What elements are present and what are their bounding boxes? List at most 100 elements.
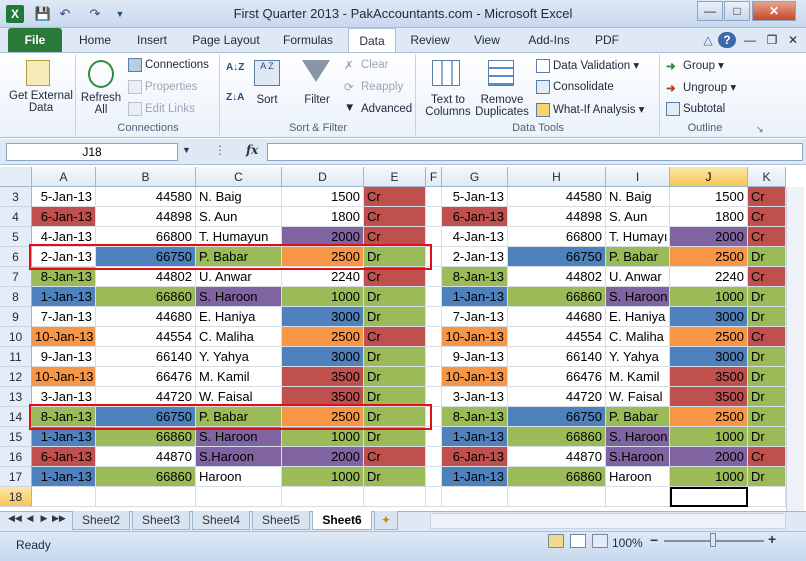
tab-add-ins[interactable]: Add-Ins [518,28,580,52]
minimize-button[interactable]: — [697,1,723,21]
cell-d10[interactable]: 2500 [282,327,364,347]
cell-j7[interactable]: 2240 [670,267,748,287]
cell-i11[interactable]: Y. Yahya [606,347,670,367]
cell-f17[interactable] [426,467,442,487]
cell-g7[interactable]: 8-Jan-13 [442,267,508,287]
cell-i14[interactable]: P. Babar [606,407,670,427]
workbook-minimize-icon[interactable]: — [740,28,760,52]
sheet-tab-sheet6[interactable]: Sheet6 [312,511,372,530]
tab-insert[interactable]: Insert [128,28,176,52]
sheet-tab-sheet2[interactable]: Sheet2 [72,511,130,530]
cell-b9[interactable]: 44680 [96,307,196,327]
cell-i15[interactable]: S. Haroon [606,427,670,447]
cell-k18[interactable] [748,487,786,507]
tab-file[interactable]: File [8,28,62,52]
row-header[interactable]: 17 [0,467,32,487]
column-header-b[interactable]: B [96,167,196,187]
ungroup-button[interactable]: ➜ Ungroup ▾ [666,80,736,95]
cell-e16[interactable]: Cr [364,447,426,467]
cell-e3[interactable]: Cr [364,187,426,207]
cell-a18[interactable] [32,487,96,507]
cell-b15[interactable]: 66860 [96,427,196,447]
reapply-button[interactable]: ⟳ Reapply [344,80,403,94]
cell-h9[interactable]: 44680 [508,307,606,327]
group-button[interactable]: ➜ Group ▾ [666,58,724,73]
cell-i8[interactable]: S. Haroon [606,287,670,307]
row-header[interactable]: 13 [0,387,32,407]
cell-a10[interactable]: 10-Jan-13 [32,327,96,347]
cell-i17[interactable]: Haroon [606,467,670,487]
cell-g9[interactable]: 7-Jan-13 [442,307,508,327]
cell-e12[interactable]: Dr [364,367,426,387]
cell-e7[interactable]: Cr [364,267,426,287]
cell-i5[interactable]: T. Humayı [606,227,670,247]
cell-e11[interactable]: Dr [364,347,426,367]
cell-e15[interactable]: Dr [364,427,426,447]
cell-j11[interactable]: 3000 [670,347,748,367]
row-header[interactable]: 10 [0,327,32,347]
cell-g16[interactable]: 6-Jan-13 [442,447,508,467]
cell-f4[interactable] [426,207,442,227]
column-header-h[interactable]: H [508,167,606,187]
cell-h16[interactable]: 44870 [508,447,606,467]
page-break-view-icon[interactable] [592,534,608,548]
cell-f18[interactable] [426,487,442,507]
subtotal-button[interactable]: Subtotal [666,102,725,116]
cell-f8[interactable] [426,287,442,307]
cell-c16[interactable]: S.Haroon [196,447,282,467]
tab-page-layout[interactable]: Page Layout [186,28,266,52]
cell-a15[interactable]: 1-Jan-13 [32,427,96,447]
cell-j9[interactable]: 3000 [670,307,748,327]
row-header[interactable]: 16 [0,447,32,467]
cell-f12[interactable] [426,367,442,387]
tab-data[interactable]: Data [348,28,396,52]
row-header[interactable]: 18 [0,487,32,507]
row-header[interactable]: 11 [0,347,32,367]
cell-g18[interactable] [442,487,508,507]
cell-k4[interactable]: Cr [748,207,786,227]
zoom-in-icon[interactable]: + [768,531,776,547]
cell-a12[interactable]: 10-Jan-13 [32,367,96,387]
cell-g10[interactable]: 10-Jan-13 [442,327,508,347]
row-header[interactable]: 15 [0,427,32,447]
workbook-restore-icon[interactable]: ❐ [762,28,782,52]
cell-a7[interactable]: 8-Jan-13 [32,267,96,287]
cell-k14[interactable]: Dr [748,407,786,427]
cell-j6[interactable]: 2500 [670,247,748,267]
row-header[interactable]: 8 [0,287,32,307]
cell-g3[interactable]: 5-Jan-13 [442,187,508,207]
cell-e9[interactable]: Dr [364,307,426,327]
row-header[interactable]: 6 [0,247,32,267]
consolidate-button[interactable]: Consolidate [536,80,614,94]
tab-view[interactable]: View [464,28,510,52]
cell-h5[interactable]: 66800 [508,227,606,247]
what-if-analysis-button[interactable]: What-If Analysis ▾ [536,102,644,117]
cell-i12[interactable]: M. Kamil [606,367,670,387]
row-header[interactable]: 7 [0,267,32,287]
cell-f3[interactable] [426,187,442,207]
cell-j5[interactable]: 2000 [670,227,748,247]
cell-c9[interactable]: E. Haniya [196,307,282,327]
cell-f16[interactable] [426,447,442,467]
cell-c18[interactable] [196,487,282,507]
maximize-button[interactable]: □ [724,1,750,21]
cell-a4[interactable]: 6-Jan-13 [32,207,96,227]
first-sheet-icon[interactable]: ◀◀ [8,513,22,524]
cell-d17[interactable]: 1000 [282,467,364,487]
tab-pdf[interactable]: PDF [586,28,628,52]
advanced-button[interactable]: ▼ Advanced [344,102,412,116]
row-header[interactable]: 5 [0,227,32,247]
cell-k10[interactable]: Cr [748,327,786,347]
connections-button[interactable]: Connections [128,58,209,72]
name-box[interactable]: J18 [6,143,178,161]
cell-d18[interactable] [282,487,364,507]
horizontal-scrollbar[interactable] [430,513,786,529]
sheet-tab-sheet3[interactable]: Sheet3 [132,511,190,530]
cell-k17[interactable]: Dr [748,467,786,487]
cell-e4[interactable]: Cr [364,207,426,227]
cell-d9[interactable]: 3000 [282,307,364,327]
cell-j10[interactable]: 2500 [670,327,748,347]
sheet-tab-sheet5[interactable]: Sheet5 [252,511,310,530]
cell-j16[interactable]: 2000 [670,447,748,467]
column-header-e[interactable]: E [364,167,426,187]
